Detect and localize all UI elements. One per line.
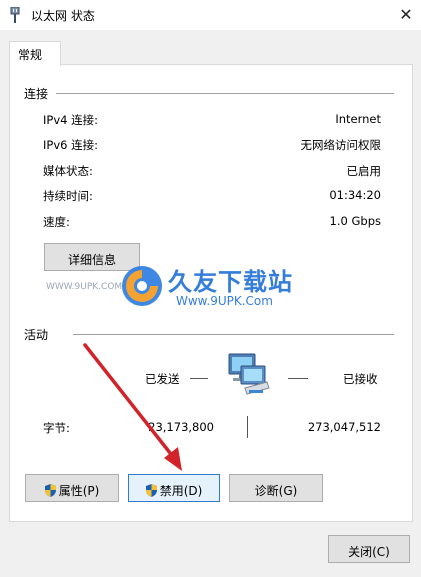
tab-general-label: 常规 <box>18 48 43 62</box>
uac-shield-icon <box>145 484 157 497</box>
sent-dash <box>190 378 208 379</box>
ipv4-label: IPv4 连接: <box>43 113 98 127</box>
close-button[interactable]: 关闭(C) <box>328 535 410 563</box>
media-state-label: 媒体状态: <box>43 164 93 178</box>
close-window-button[interactable]: ✕ <box>392 1 420 29</box>
bytes-separator <box>247 416 248 438</box>
ipv4-value: Internet <box>335 112 381 126</box>
activity-section-title: 活动 <box>24 328 49 342</box>
disable-button-label: 禁用(D) <box>159 484 203 498</box>
watermark-url-small: WWW.9UPK.COM <box>46 282 123 292</box>
ipv6-label: IPv6 连接: <box>43 138 98 152</box>
uac-shield-icon <box>44 484 56 497</box>
speed-label: 速度: <box>43 215 70 229</box>
received-dash <box>288 378 308 379</box>
speed-value: 1.0 Gbps <box>329 214 381 228</box>
ipv6-value: 无网络访问权限 <box>300 138 382 152</box>
tab-general[interactable]: 常规 <box>9 41 61 66</box>
close-button-label: 关闭(C) <box>348 545 390 559</box>
diagnose-button-label: 诊断(G) <box>254 484 298 498</box>
network-cable-icon <box>10 7 20 23</box>
window-title: 以太网 状态 <box>31 9 95 23</box>
media-state-value: 已启用 <box>346 164 382 178</box>
title-bar: 以太网 状态 ✕ <box>0 0 421 30</box>
watermark-url: Www.9UPK.Com <box>176 294 273 308</box>
received-label: 已接收 <box>343 372 378 386</box>
properties-button[interactable]: 属性(P) <box>25 474 119 502</box>
activity-divider <box>73 334 394 335</box>
duration-value: 01:34:20 <box>329 188 381 202</box>
watermark-logo-icon <box>122 266 162 306</box>
diagnose-button[interactable]: 诊断(G) <box>229 474 323 502</box>
watermark-brand: 久友下载站 <box>168 268 293 296</box>
connection-section-title: 连接 <box>24 87 49 101</box>
properties-button-label: 属性(P) <box>58 484 100 498</box>
watermark: 久友下载站 Www.9UPK.Com <box>120 262 300 318</box>
annotation-arrow <box>83 343 182 471</box>
connection-divider <box>56 93 394 94</box>
bytes-received-value: 273,047,512 <box>307 420 381 434</box>
bytes-label: 字节: <box>43 421 70 435</box>
network-computers-icon <box>228 353 270 395</box>
duration-label: 持续时间: <box>43 189 93 203</box>
disable-button[interactable]: 禁用(D) <box>128 474 220 502</box>
